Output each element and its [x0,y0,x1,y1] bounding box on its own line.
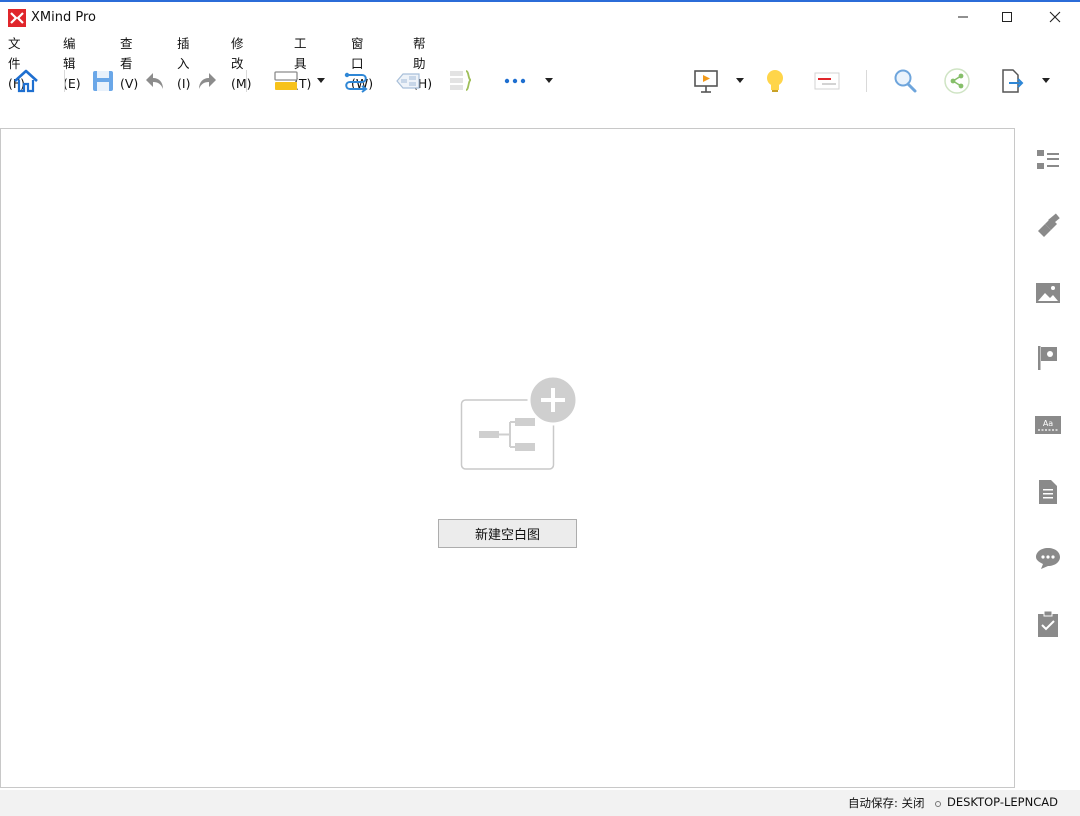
export-dropdown-caret[interactable] [1042,78,1050,83]
marker-flag-icon[interactable] [1031,341,1065,375]
redo-icon[interactable] [191,66,223,96]
status-bar: 自动保存: 关闭 DESKTOP-LEPNCAD [0,790,1080,816]
topic-icon[interactable] [270,66,302,96]
summary-icon[interactable] [444,66,476,96]
undo-icon[interactable] [139,66,171,96]
toolbar [0,58,1080,104]
toolbar-divider [246,70,247,92]
svg-text:Aa: Aa [1043,419,1053,428]
gantt-icon[interactable] [811,66,843,96]
task-icon[interactable] [1031,607,1065,641]
export-icon[interactable] [995,66,1027,96]
brainstorm-icon[interactable] [759,66,791,96]
search-icon[interactable] [889,66,921,96]
close-button[interactable] [1032,2,1078,32]
image-icon[interactable] [1031,276,1065,310]
comments-icon[interactable] [1031,541,1065,575]
title-bar: XMind Pro [0,2,1080,32]
share-icon[interactable] [941,66,973,96]
topic-dropdown-caret[interactable] [317,78,325,83]
toolbar-divider [64,70,65,92]
more-dropdown-caret[interactable] [545,78,553,83]
notes-icon[interactable] [1031,475,1065,509]
relationship-icon[interactable] [340,66,372,96]
boundary-icon[interactable] [392,66,424,96]
toolbar-divider [866,70,867,92]
maximize-button[interactable] [984,2,1030,32]
autosave-status[interactable]: 自动保存: 关闭 [848,795,925,811]
new-blank-map-button[interactable]: 新建空白图 [438,519,577,548]
connection-status-icon [935,801,941,807]
format-brush-icon[interactable] [1031,210,1065,244]
more-icon[interactable] [499,66,531,96]
xmind-logo-icon [8,9,26,27]
new-map-graphic-icon [460,373,580,473]
home-icon[interactable] [10,66,42,96]
text-style-icon[interactable]: Aa [1031,409,1065,443]
machine-name: DESKTOP-LEPNCAD [947,795,1058,809]
save-icon[interactable] [87,66,119,96]
presentation-dropdown-caret[interactable] [736,78,744,83]
outline-icon[interactable] [1031,143,1065,177]
window-title: XMind Pro [31,10,96,25]
minimize-button[interactable] [940,2,986,32]
app-window: XMind Pro 文件(F) 编辑(E) 查看(V) 插入(I) 修改(M) … [0,0,1080,816]
presentation-icon[interactable] [690,66,722,96]
